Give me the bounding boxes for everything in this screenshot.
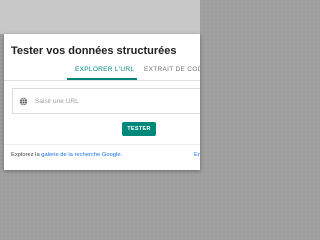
tab-explore-url[interactable]: EXPLORER L'URL [67, 66, 137, 80]
footer-right-link[interactable]: En [194, 152, 200, 158]
footer-text: Explorez la galerie de la recherche Goog… [11, 152, 122, 158]
structured-data-test-dialog: Tester vos données structurées EXPLORER … [4, 34, 200, 170]
dialog-title: Tester vos données structurées [11, 45, 177, 57]
globe-icon [19, 97, 28, 106]
page-header-background [0, 0, 200, 34]
gallery-link[interactable]: galerie de la recherche Google [41, 152, 120, 158]
url-field[interactable] [12, 88, 200, 114]
footer-suffix: . [120, 152, 123, 158]
test-button[interactable]: TESTER [122, 122, 156, 136]
tab-code-snippet[interactable]: EXTRAIT DE CODE [144, 66, 200, 80]
footer-divider [4, 144, 200, 145]
url-input[interactable] [35, 93, 195, 109]
footer-prefix: Explorez la [11, 152, 42, 158]
tabs-divider [4, 80, 200, 81]
